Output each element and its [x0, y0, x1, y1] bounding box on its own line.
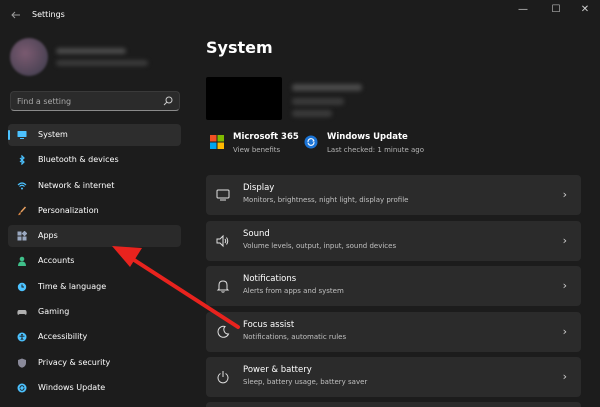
microsoft-365-icon	[210, 135, 224, 149]
sidebar-item-time-language[interactable]: Time & language	[8, 276, 181, 298]
maximize-icon: ☐	[551, 4, 561, 15]
title-bar: Settings — ☐ ✕	[0, 0, 600, 32]
shield-icon	[18, 358, 26, 368]
maximize-button[interactable]: ☐	[541, 0, 571, 22]
sidebar-item-label: Network & internet	[38, 180, 115, 190]
person-icon	[18, 257, 26, 267]
sidebar-item-label: Personalization	[38, 205, 99, 215]
bluetooth-icon	[19, 155, 25, 166]
quick-link-microsoft-365[interactable]: Microsoft 365 View benefits	[210, 132, 300, 158]
card-subtitle: Monitors, brightness, night light, displ…	[243, 196, 409, 204]
sidebar-item-label: Accounts	[38, 256, 75, 266]
avatar	[10, 38, 48, 76]
sidebar-item-label: Time & language	[38, 281, 107, 291]
blurred-user-email	[56, 60, 148, 66]
sidebar-item-label: Gaming	[38, 307, 70, 317]
sidebar-item-apps[interactable]: Apps	[8, 225, 181, 248]
system-display-icon	[17, 131, 27, 139]
settings-card-notifications[interactable]: Notifications Alerts from apps and syste…	[206, 266, 581, 306]
user-profile[interactable]	[10, 38, 150, 78]
chevron-right-icon: ›	[562, 370, 567, 383]
gamepad-icon	[17, 310, 27, 315]
sidebar-item-network[interactable]: Network & internet	[8, 175, 181, 197]
sidebar-item-accounts[interactable]: Accounts	[8, 250, 181, 272]
device-image	[206, 77, 282, 120]
sidebar-item-label: Accessibility	[38, 332, 88, 342]
card-subtitle: Volume levels, output, input, sound devi…	[243, 242, 397, 250]
search-icon[interactable]	[163, 96, 173, 106]
back-arrow-icon	[11, 11, 20, 19]
back-button[interactable]	[9, 9, 23, 23]
minimize-button[interactable]: —	[508, 0, 538, 22]
sidebar-item-accessibility[interactable]: Accessibility	[8, 326, 181, 348]
settings-card-sound[interactable]: Sound Volume levels, output, input, soun…	[206, 221, 581, 261]
card-title: Focus assist	[243, 320, 295, 330]
sidebar-item-personalization[interactable]: Personalization	[8, 200, 181, 222]
quick-link-subtitle: Last checked: 1 minute ago	[327, 146, 424, 154]
chevron-right-icon: ›	[562, 234, 567, 247]
card-title: Power & battery	[243, 365, 312, 375]
quick-link-subtitle: View benefits	[233, 146, 281, 154]
settings-card-partial[interactable]	[206, 402, 581, 407]
accessibility-icon	[17, 332, 27, 342]
chevron-right-icon: ›	[562, 325, 567, 338]
windows-update-icon	[304, 135, 318, 149]
sidebar-item-label: System	[38, 130, 68, 139]
paintbrush-icon	[18, 206, 27, 216]
page-title: System	[206, 38, 273, 57]
power-icon	[217, 371, 229, 384]
settings-card-power-battery[interactable]: Power & battery Sleep, battery usage, ba…	[206, 357, 581, 397]
quick-link-title: Windows Update	[327, 132, 408, 142]
blurred-device-name	[292, 84, 362, 91]
update-icon	[17, 383, 27, 393]
close-button[interactable]: ✕	[570, 0, 600, 22]
sidebar: System Bluetooth & devices Network & int…	[0, 32, 192, 407]
apps-icon	[17, 231, 27, 241]
sidebar-item-label: Privacy & security	[38, 357, 111, 367]
chevron-right-icon: ›	[562, 279, 567, 292]
card-title: Sound	[243, 229, 270, 239]
minimize-icon: —	[518, 4, 528, 15]
bell-icon	[216, 280, 230, 293]
sidebar-item-label: Apps	[38, 231, 58, 241]
sidebar-item-bluetooth[interactable]: Bluetooth & devices	[8, 149, 181, 171]
moon-icon	[217, 325, 230, 338]
blurred-rename-link[interactable]	[292, 110, 332, 117]
close-icon: ✕	[580, 4, 590, 15]
sidebar-item-gaming[interactable]: Gaming	[8, 301, 181, 323]
blurred-device-model	[292, 98, 344, 105]
main-content: System Microsoft 365 View benefits Windo…	[192, 32, 600, 407]
search-box[interactable]	[10, 91, 180, 111]
settings-card-display[interactable]: Display Monitors, brightness, night ligh…	[206, 175, 581, 215]
sidebar-item-label: Bluetooth & devices	[38, 155, 119, 165]
chevron-right-icon: ›	[562, 188, 567, 201]
sidebar-item-system[interactable]: System	[8, 124, 181, 146]
blurred-user-name	[56, 48, 126, 54]
search-input[interactable]	[17, 94, 157, 108]
card-subtitle: Notifications, automatic rules	[243, 333, 347, 341]
app-title: Settings	[32, 10, 65, 19]
wifi-icon	[17, 181, 27, 190]
card-title: Notifications	[243, 274, 297, 284]
sidebar-item-privacy-security[interactable]: Privacy & security	[8, 352, 181, 374]
card-title: Display	[243, 183, 275, 193]
quick-link-windows-update[interactable]: Windows Update Last checked: 1 minute ag…	[304, 132, 434, 158]
card-subtitle: Alerts from apps and system	[243, 287, 344, 295]
display-icon	[216, 189, 230, 201]
settings-card-focus-assist[interactable]: Focus assist Notifications, automatic ru…	[206, 312, 581, 352]
quick-link-title: Microsoft 365	[233, 132, 299, 142]
speaker-icon	[216, 234, 229, 248]
card-subtitle: Sleep, battery usage, battery saver	[243, 378, 368, 386]
sidebar-item-label: Windows Update	[38, 382, 106, 392]
sidebar-item-windows-update[interactable]: Windows Update	[8, 377, 181, 399]
globe-clock-icon	[17, 282, 27, 291]
sidebar-nav: System Bluetooth & devices Network & int…	[8, 124, 181, 402]
